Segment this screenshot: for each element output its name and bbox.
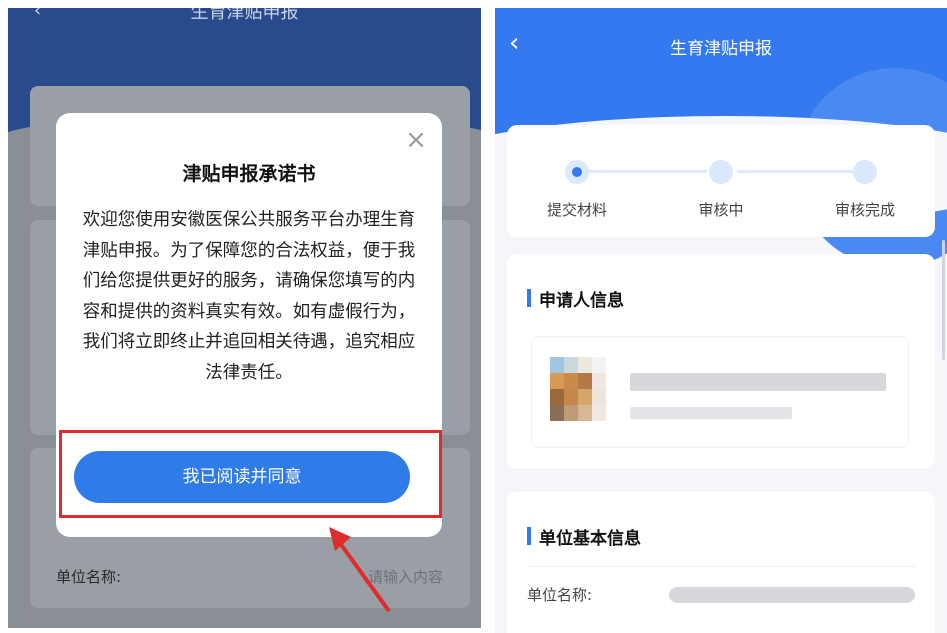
unit-name-label: 单位名称: (527, 586, 593, 604)
unit-info-card: 单位基本信息 单位名称: (507, 492, 935, 633)
section-title-unit: 单位基本信息 (527, 524, 641, 549)
step-label-reviewing: 审核中 (698, 201, 744, 219)
step-label-complete: 审核完成 (834, 201, 895, 219)
step-dot-active (565, 160, 589, 184)
avatar (550, 357, 606, 421)
step-connector (589, 170, 707, 173)
unit-name-label: 单位名称: (56, 568, 122, 586)
scrollbar[interactable] (942, 240, 945, 360)
modal-title: 津贴申报承诺书 (182, 163, 316, 185)
step-dot (709, 160, 733, 184)
step-dot (853, 160, 877, 184)
annotation-arrow-icon (329, 527, 391, 613)
section-title-applicant: 申请人信息 (527, 286, 624, 311)
applicant-info-card: 申请人信息 (507, 254, 935, 468)
close-icon[interactable]: × (404, 127, 428, 153)
divider (527, 566, 915, 567)
progress-steps: 提交材料 审核中 审核完成 (507, 125, 935, 237)
step-connector (737, 170, 853, 173)
step-label-submit: 提交材料 (546, 201, 607, 219)
right-screenshot: ‹ 生育津贴申报 提交材料 审核中 审核完成 申请人信息 单位基本信息 单位名称… (495, 8, 947, 633)
unit-name-redacted[interactable] (669, 587, 915, 603)
applicant-detail-redacted (630, 407, 792, 419)
page-title: 生育津贴申报 (670, 39, 772, 59)
page-title: 生育津贴申报 (190, 8, 299, 23)
applicant-name-redacted (630, 373, 886, 391)
highlight-box (59, 430, 442, 518)
left-screenshot: ‹ 生育津贴申报 单位名称: 请输入内容 × 津贴申报承诺书 欢迎您使用安徽医保… (8, 8, 481, 628)
modal-body-text: 欢迎您使用安徽医保公共服务平台办理生育津贴申报。为了保障您的合法权益，便于我们给… (82, 210, 416, 383)
applicant-item[interactable] (531, 336, 909, 448)
